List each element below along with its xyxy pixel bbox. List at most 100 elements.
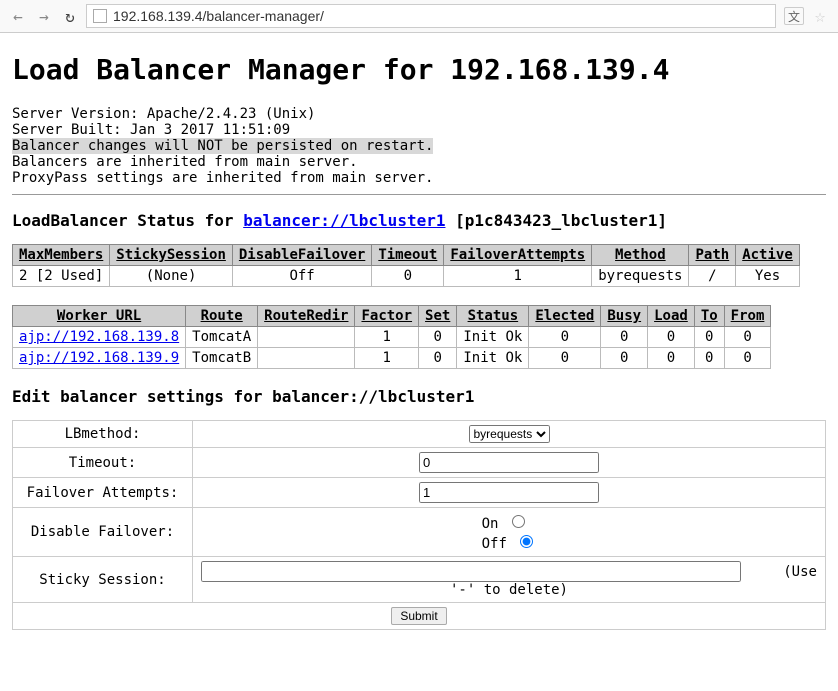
- failover-label: Failover Attempts:: [13, 478, 193, 508]
- submit-button[interactable]: Submit: [391, 607, 446, 625]
- cell-route: TomcatB: [186, 348, 258, 369]
- lbmethod-select[interactable]: byrequests: [469, 425, 550, 443]
- col-disablefailover: DisableFailover: [232, 245, 371, 266]
- server-version: Server Version: Apache/2.4.23 (Unix): [12, 106, 315, 122]
- cell-disable: Off: [232, 266, 371, 287]
- inherit-proxypass: ProxyPass settings are inherited from ma…: [12, 170, 433, 186]
- cell-redir: [258, 327, 355, 348]
- sticky-label: Sticky Session:: [13, 557, 193, 603]
- cell-method: byrequests: [592, 266, 689, 287]
- disable-on-label: On: [482, 516, 499, 532]
- cell-status: Init Ok: [457, 348, 529, 369]
- worker-header-row: Worker URL Route RouteRedir Factor Set S…: [13, 306, 771, 327]
- url-text: 192.168.139.4/balancer-manager/: [113, 8, 324, 24]
- inherit-balancers: Balancers are inherited from main server…: [12, 154, 358, 170]
- cell-worker-url: ajp://192.168.139.9: [13, 348, 186, 369]
- timeout-input[interactable]: [419, 452, 599, 473]
- cell-elected: 0: [529, 327, 601, 348]
- cell-worker-url: ajp://192.168.139.8: [13, 327, 186, 348]
- col-routeredir: RouteRedir: [258, 306, 355, 327]
- sticky-cell: (Use '-' to delete): [193, 557, 826, 603]
- submit-row: Submit: [13, 603, 826, 630]
- worker-row: ajp://192.168.139.9 TomcatB 1 0 Init Ok …: [13, 348, 771, 369]
- divider: [12, 194, 826, 195]
- col-busy: Busy: [601, 306, 648, 327]
- cell-elected: 0: [529, 348, 601, 369]
- settings-form: LBmethod: byrequests Timeout: Failover A…: [12, 420, 826, 630]
- server-built: Server Built: Jan 3 2017 11:51:09: [12, 122, 290, 138]
- cell-active: Yes: [736, 266, 800, 287]
- browser-toolbar: ← → ↻ 192.168.139.4/balancer-manager/ 文 …: [0, 0, 838, 33]
- balancer-row: 2 [2 Used] (None) Off 0 1 byrequests / Y…: [13, 266, 800, 287]
- sticky-input[interactable]: [201, 561, 741, 582]
- failover-input[interactable]: [419, 482, 599, 503]
- col-status: Status: [457, 306, 529, 327]
- disable-off-label: Off: [482, 536, 507, 552]
- col-method: Method: [592, 245, 689, 266]
- status-prefix: LoadBalancer Status for: [12, 211, 243, 230]
- forward-button[interactable]: →: [34, 6, 54, 26]
- cell-set: 0: [419, 348, 457, 369]
- cell-busy: 0: [601, 327, 648, 348]
- reload-icon: ↻: [65, 7, 75, 26]
- cell-status: Init Ok: [457, 327, 529, 348]
- balancer-table: MaxMembers StickySession DisableFailover…: [12, 244, 800, 287]
- col-worker-url: Worker URL: [13, 306, 186, 327]
- cell-to: 0: [694, 327, 724, 348]
- cell-load: 0: [648, 327, 695, 348]
- cell-failover: 1: [444, 266, 592, 287]
- col-active: Active: [736, 245, 800, 266]
- disable-cell: On Off: [193, 508, 826, 557]
- back-button[interactable]: ←: [8, 6, 28, 26]
- col-timeout: Timeout: [372, 245, 444, 266]
- cell-factor: 1: [355, 348, 419, 369]
- cell-from: 0: [724, 327, 771, 348]
- persist-warning: Balancer changes will NOT be persisted o…: [12, 138, 433, 154]
- cell-route: TomcatA: [186, 327, 258, 348]
- cell-to: 0: [694, 348, 724, 369]
- col-route: Route: [186, 306, 258, 327]
- failover-cell: [193, 478, 826, 508]
- col-to: To: [694, 306, 724, 327]
- cell-busy: 0: [601, 348, 648, 369]
- server-info: Server Version: Apache/2.4.23 (Unix) Ser…: [12, 106, 826, 186]
- page-title: Load Balancer Manager for 192.168.139.4: [12, 53, 826, 86]
- translate-icon[interactable]: 文: [784, 7, 804, 25]
- worker-link[interactable]: ajp://192.168.139.9: [19, 350, 179, 366]
- cell-timeout: 0: [372, 266, 444, 287]
- arrow-right-icon: →: [39, 7, 49, 26]
- balancer-header-row: MaxMembers StickySession DisableFailover…: [13, 245, 800, 266]
- cell-sticky: (None): [110, 266, 233, 287]
- balancer-link[interactable]: balancer://lbcluster1: [243, 211, 445, 230]
- lbmethod-cell: byrequests: [193, 421, 826, 448]
- lbmethod-label: LBmethod:: [13, 421, 193, 448]
- bookmark-star-icon[interactable]: ☆: [810, 6, 830, 26]
- col-maxmembers: MaxMembers: [13, 245, 110, 266]
- col-elected: Elected: [529, 306, 601, 327]
- form-heading: Edit balancer settings for balancer://lb…: [12, 387, 826, 406]
- reload-button[interactable]: ↻: [60, 6, 80, 26]
- cell-load: 0: [648, 348, 695, 369]
- col-path: Path: [689, 245, 736, 266]
- col-stickysession: StickySession: [110, 245, 233, 266]
- cell-redir: [258, 348, 355, 369]
- page-icon: [93, 9, 107, 23]
- disable-on-radio[interactable]: [512, 515, 525, 528]
- col-failoverattempts: FailoverAttempts: [444, 245, 592, 266]
- arrow-left-icon: ←: [13, 7, 23, 26]
- page-content: Load Balancer Manager for 192.168.139.4 …: [0, 33, 838, 640]
- address-bar[interactable]: 192.168.139.4/balancer-manager/: [86, 4, 776, 28]
- cell-path: /: [689, 266, 736, 287]
- timeout-cell: [193, 448, 826, 478]
- cell-from: 0: [724, 348, 771, 369]
- cell-set: 0: [419, 327, 457, 348]
- status-suffix: [p1c843423_lbcluster1]: [445, 211, 667, 230]
- disable-off-radio[interactable]: [520, 535, 533, 548]
- col-from: From: [724, 306, 771, 327]
- worker-row: ajp://192.168.139.8 TomcatA 1 0 Init Ok …: [13, 327, 771, 348]
- disable-label: Disable Failover:: [13, 508, 193, 557]
- timeout-label: Timeout:: [13, 448, 193, 478]
- col-set: Set: [419, 306, 457, 327]
- col-factor: Factor: [355, 306, 419, 327]
- worker-link[interactable]: ajp://192.168.139.8: [19, 329, 179, 345]
